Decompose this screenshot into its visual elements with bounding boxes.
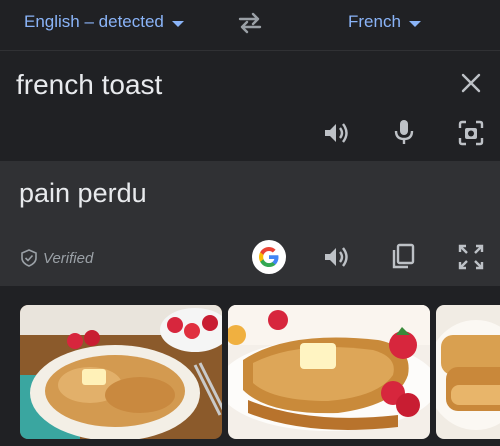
camera-icon[interactable] bbox=[457, 119, 485, 147]
swap-icon[interactable] bbox=[236, 11, 264, 35]
source-language-label: English – detected bbox=[24, 12, 164, 31]
chevron-down-icon bbox=[171, 20, 184, 27]
image-results bbox=[0, 286, 500, 446]
verified-label: Verified bbox=[43, 249, 94, 267]
french-toast-image bbox=[20, 305, 222, 439]
french-toast-image bbox=[436, 305, 500, 439]
source-input-area[interactable]: french toast bbox=[0, 51, 500, 161]
google-icon[interactable] bbox=[252, 240, 286, 274]
verified-badge[interactable]: Verified bbox=[21, 249, 93, 267]
target-language-label: French bbox=[348, 12, 401, 31]
image-result-card[interactable] bbox=[228, 305, 430, 439]
copy-icon[interactable] bbox=[389, 242, 417, 270]
translation-text: pain perdu bbox=[19, 178, 147, 208]
source-language-selector[interactable]: English – detected bbox=[24, 12, 184, 32]
speaker-icon[interactable] bbox=[322, 119, 350, 147]
image-result-card[interactable] bbox=[20, 305, 222, 439]
target-language-selector[interactable]: French bbox=[348, 12, 421, 32]
speaker-icon[interactable] bbox=[322, 243, 350, 271]
fullscreen-icon[interactable] bbox=[457, 243, 485, 271]
chevron-down-icon bbox=[408, 20, 421, 27]
translation-area: pain perdu Verified bbox=[0, 161, 500, 286]
language-bar: English – detected French bbox=[0, 0, 500, 50]
french-toast-image bbox=[228, 305, 430, 439]
microphone-icon[interactable] bbox=[390, 118, 418, 146]
image-result-card[interactable] bbox=[436, 305, 500, 439]
source-text[interactable]: french toast bbox=[16, 69, 162, 101]
close-icon[interactable] bbox=[458, 70, 484, 96]
shield-check-icon bbox=[21, 249, 37, 267]
google-g-icon bbox=[259, 247, 279, 267]
